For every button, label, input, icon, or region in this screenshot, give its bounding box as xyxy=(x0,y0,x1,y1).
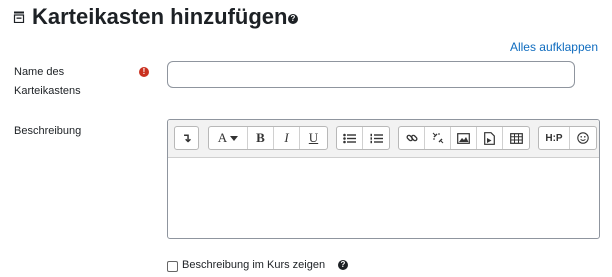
editor-content-area[interactable] xyxy=(168,158,599,238)
table-icon[interactable] xyxy=(503,127,529,149)
help-icon[interactable]: ? xyxy=(288,14,298,24)
help-icon[interactable]: ? xyxy=(338,260,348,270)
required-icon: ! xyxy=(139,67,149,77)
description-editor: ↴ A B I U H:P xyxy=(167,119,600,239)
toolbar-group-lists xyxy=(336,126,390,150)
paragraph-styles-icon[interactable]: ↴ xyxy=(175,127,198,149)
italic-icon[interactable]: I xyxy=(274,127,300,149)
show-description-label[interactable]: Beschreibung im Kurs zeigen xyxy=(182,258,325,273)
numbered-list-icon[interactable] xyxy=(363,127,389,149)
description-field-label: Beschreibung xyxy=(14,125,82,137)
h5p-icon[interactable]: H:P xyxy=(539,127,570,149)
page-title: Karteikasten hinzufügen xyxy=(32,4,288,29)
emoji-icon[interactable] xyxy=(570,127,596,149)
toolbar-group-text: A B I U xyxy=(208,126,328,150)
name-input[interactable] xyxy=(167,61,575,88)
editor-toolbar: ↴ A B I U H:P xyxy=(168,120,599,158)
toolbar-group-extra: H:P xyxy=(538,126,597,150)
toolbar-group-insert xyxy=(398,126,530,150)
bold-icon[interactable]: B xyxy=(248,127,274,149)
toolbar-group-paragraph: ↴ xyxy=(174,126,199,150)
unlink-icon[interactable] xyxy=(425,127,451,149)
font-size-icon[interactable]: A xyxy=(209,127,248,149)
expand-all-link[interactable]: Alles aufklappen xyxy=(510,40,598,54)
media-icon[interactable] xyxy=(477,127,503,149)
font-size-label: A xyxy=(217,130,228,145)
image-icon[interactable] xyxy=(451,127,477,149)
link-icon[interactable] xyxy=(399,127,425,149)
bullet-list-icon[interactable] xyxy=(337,127,363,149)
show-description-checkbox[interactable] xyxy=(167,261,178,272)
name-field-label: Name des Karteikastens xyxy=(14,66,81,97)
underline-icon[interactable]: U xyxy=(300,127,327,149)
module-icon xyxy=(13,11,25,23)
